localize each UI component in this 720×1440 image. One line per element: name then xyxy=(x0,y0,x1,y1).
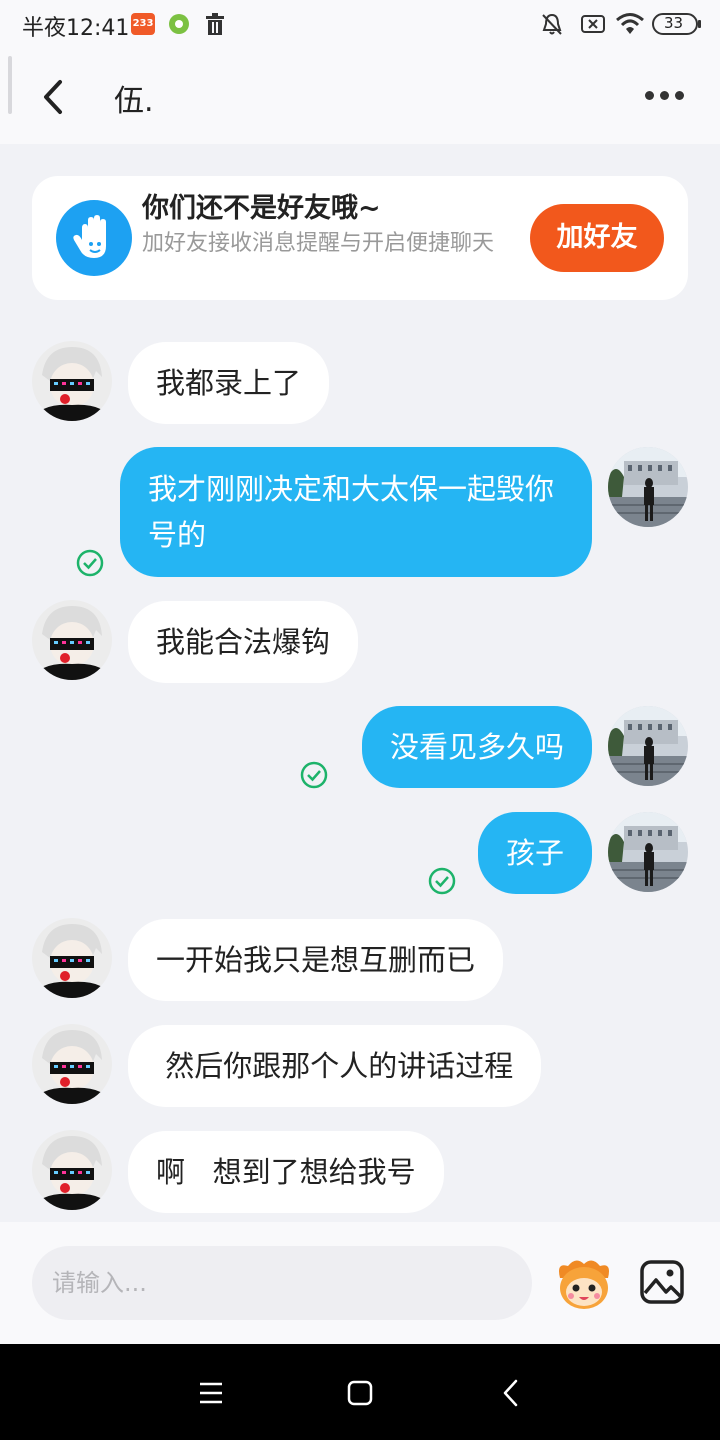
chat-title: 伍. xyxy=(114,84,154,119)
emoji-mascot-icon xyxy=(559,1260,609,1309)
my-avatar[interactable] xyxy=(608,447,688,527)
status-time: 半夜12:41 xyxy=(22,16,130,41)
contact-avatar[interactable] xyxy=(32,600,112,680)
contact-avatar-image xyxy=(32,1130,112,1210)
my-avatar-image xyxy=(608,812,688,892)
image-button[interactable] xyxy=(640,1260,684,1304)
wave-hand-icon xyxy=(56,200,132,276)
bell-muted-icon xyxy=(542,13,562,35)
message-bubble-outgoing[interactable]: 孩子 xyxy=(477,812,592,894)
contact-avatar[interactable] xyxy=(32,918,112,998)
wifi-icon xyxy=(616,13,644,34)
message-bubble-outgoing[interactable]: 我才刚刚决定和大太保一起毁你号的 xyxy=(120,447,592,577)
my-avatar[interactable] xyxy=(608,812,688,892)
message-bubble-incoming[interactable]: 我都录上了 xyxy=(128,342,330,424)
contact-avatar[interactable] xyxy=(32,1130,112,1210)
card-description: 加好友接收消息提醒与开启便捷聊天 xyxy=(142,231,495,256)
message-bubble-incoming[interactable]: 然后你跟那个人的讲话过程 xyxy=(128,1025,542,1107)
message-bubble-incoming[interactable]: 一开始我只是想互删而已 xyxy=(128,919,504,1001)
read-check-icon xyxy=(76,549,104,577)
app-notification-icon xyxy=(169,14,189,34)
header-accent xyxy=(8,56,12,114)
battery-level: 33 xyxy=(664,14,684,32)
card-title: 你们还不是好友哦~ xyxy=(142,193,381,224)
more-dot-icon xyxy=(660,91,669,100)
my-avatar-image xyxy=(608,447,688,527)
message-bubble-outgoing[interactable]: 没看见多久吗 xyxy=(361,706,592,788)
image-icon xyxy=(640,1260,684,1304)
contact-avatar-image xyxy=(32,1024,112,1104)
app-notification-badge-icon: 233 xyxy=(131,13,155,35)
menu-icon[interactable] xyxy=(196,1378,226,1408)
back-button[interactable] xyxy=(36,72,76,122)
back-nav-icon[interactable] xyxy=(496,1378,526,1408)
contact-avatar-image xyxy=(32,600,112,680)
system-navigation-bar xyxy=(0,1344,720,1440)
contact-avatar[interactable] xyxy=(32,341,112,421)
composer-bar xyxy=(0,1222,720,1344)
contact-avatar-image xyxy=(32,918,112,998)
status-bar: 半夜12:41 233 33 xyxy=(0,0,720,50)
home-icon[interactable] xyxy=(345,1378,375,1408)
my-avatar[interactable] xyxy=(608,706,688,786)
contact-avatar-image xyxy=(32,341,112,421)
more-options-button[interactable] xyxy=(640,80,690,110)
message-bubble-incoming[interactable]: 啊 想到了想给我号 xyxy=(128,1131,444,1213)
more-dot-icon xyxy=(675,91,684,100)
message-input[interactable] xyxy=(32,1246,532,1320)
emoji-button[interactable] xyxy=(552,1256,616,1312)
add-friend-card: 你们还不是好友哦~ 加好友接收消息提醒与开启便捷聊天 加好友 xyxy=(32,176,688,300)
no-sim-icon xyxy=(581,15,605,33)
read-check-icon xyxy=(300,761,328,789)
my-avatar-image xyxy=(608,706,688,786)
chevron-left-icon xyxy=(44,80,62,114)
more-dot-icon xyxy=(645,91,654,100)
add-friend-button[interactable]: 加好友 xyxy=(530,204,664,272)
contact-avatar[interactable] xyxy=(32,1024,112,1104)
trash-icon xyxy=(206,13,224,35)
read-check-icon xyxy=(428,867,456,895)
message-bubble-incoming[interactable]: 我能合法爆钩 xyxy=(128,601,359,683)
chat-header: 伍. xyxy=(0,50,720,144)
